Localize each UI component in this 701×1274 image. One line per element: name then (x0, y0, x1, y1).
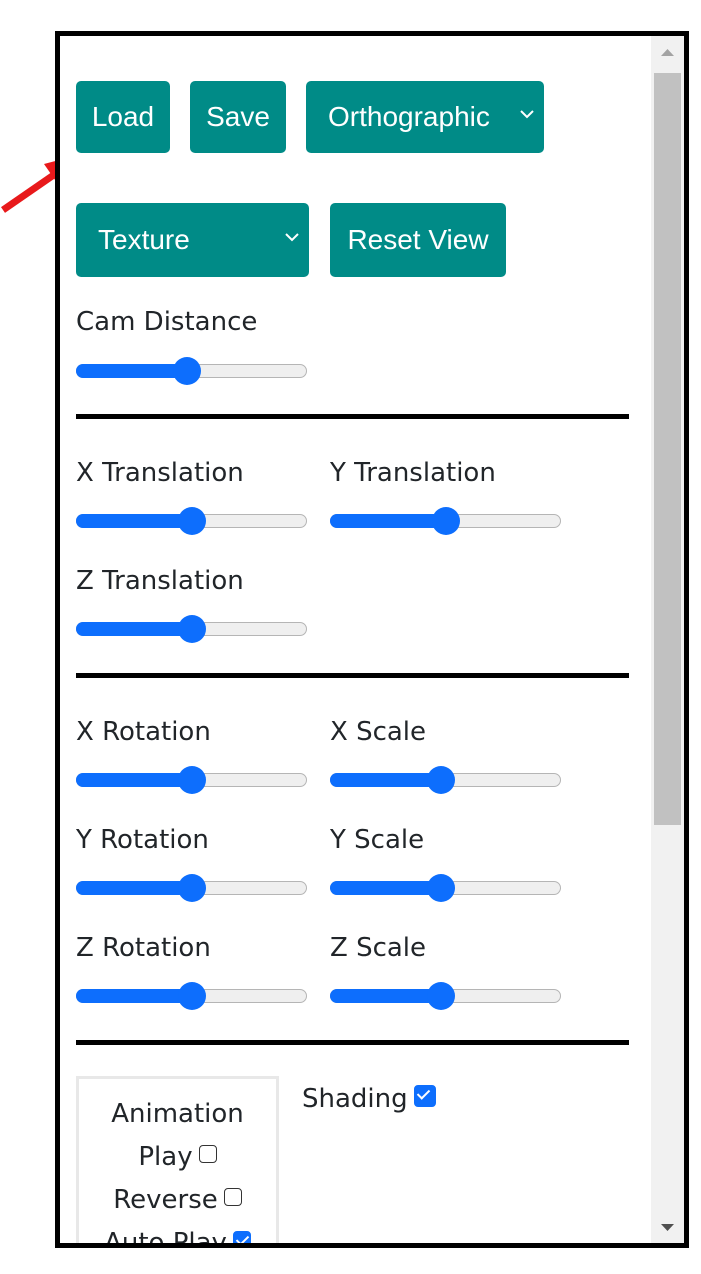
y-scale-label: Y Scale (330, 825, 425, 855)
play-label: Play (138, 1142, 193, 1172)
z-rotation-label: Z Rotation (76, 933, 211, 963)
projection-value: Orthographic (328, 101, 490, 132)
y-rotation-slider[interactable] (76, 874, 307, 902)
play-option: Play (79, 1142, 276, 1172)
shading-checkbox[interactable] (413, 1085, 436, 1107)
y-translation-slider[interactable] (330, 507, 561, 535)
render-mode-value: Texture (98, 224, 190, 255)
load-button[interactable]: Load (76, 81, 170, 153)
x-translation-label: X Translation (76, 458, 244, 488)
reset-view-button[interactable]: Reset View (330, 203, 506, 277)
panel-content: Load Save Orthographic Texture Reset Vie… (60, 36, 646, 1243)
y-translation-label: Y Translation (330, 458, 496, 488)
cam-distance-label: Cam Distance (76, 307, 258, 337)
reverse-option: Reverse (79, 1185, 276, 1215)
y-scale-slider[interactable] (330, 874, 561, 902)
triangle-down-icon[interactable] (651, 1213, 684, 1243)
z-translation-label: Z Translation (76, 566, 244, 596)
x-scale-label: X Scale (330, 717, 427, 747)
autoplay-label: Auto Play (104, 1228, 227, 1248)
chevron-down-icon (520, 110, 534, 119)
x-rotation-slider[interactable] (76, 766, 307, 794)
z-scale-slider[interactable] (330, 982, 561, 1010)
autoplay-checkbox[interactable] (232, 1231, 251, 1243)
x-translation-slider[interactable] (76, 507, 307, 535)
z-translation-slider[interactable] (76, 615, 307, 643)
reverse-label: Reverse (113, 1185, 218, 1215)
section-divider (76, 673, 629, 678)
save-button[interactable]: Save (190, 81, 286, 153)
play-checkbox[interactable] (198, 1145, 217, 1163)
shading-option: Shading (302, 1084, 436, 1114)
x-rotation-label: X Rotation (76, 717, 211, 747)
shading-label: Shading (302, 1084, 408, 1114)
x-scale-slider[interactable] (330, 766, 561, 794)
section-divider (76, 414, 629, 419)
control-panel: Load Save Orthographic Texture Reset Vie… (55, 31, 689, 1248)
section-divider (76, 1040, 629, 1045)
animation-title: Animation (111, 1099, 244, 1129)
z-scale-label: Z Scale (330, 933, 427, 963)
render-mode-select[interactable]: Texture (76, 203, 309, 277)
triangle-up-icon[interactable] (651, 36, 684, 66)
projection-select[interactable]: Orthographic (306, 81, 544, 153)
animation-panel: Animation Play Reverse Auto Play (76, 1076, 279, 1248)
cam-distance-slider[interactable] (76, 357, 307, 385)
reverse-checkbox[interactable] (223, 1188, 242, 1206)
y-rotation-label: Y Rotation (76, 825, 209, 855)
autoplay-option: Auto Play (79, 1228, 276, 1248)
chevron-down-icon (285, 233, 299, 242)
scrollbar[interactable] (651, 36, 684, 1243)
scrollbar-thumb[interactable] (654, 73, 681, 825)
z-rotation-slider[interactable] (76, 982, 307, 1010)
